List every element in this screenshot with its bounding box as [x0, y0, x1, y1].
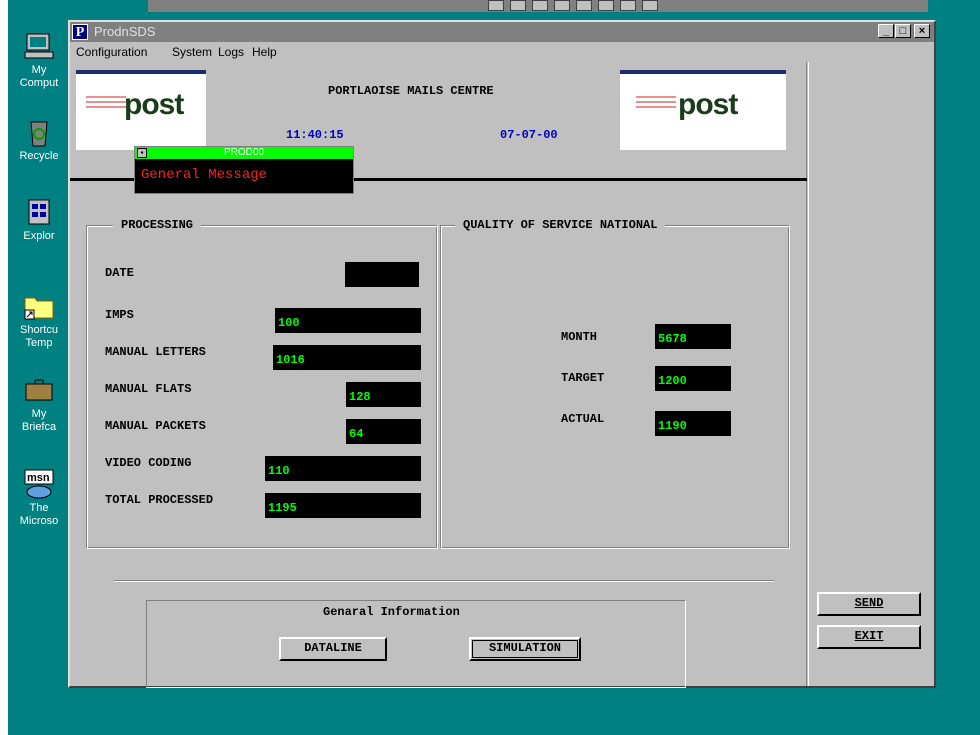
manual-letters-label: MANUAL LETTERS [105, 345, 206, 359]
toolbar-icon[interactable] [576, 0, 592, 11]
desktop-icon-label: My [31, 64, 47, 76]
post-logo-lines [636, 96, 676, 116]
desktop-icon-label: The [29, 502, 49, 514]
month-value: 5678 [655, 324, 731, 349]
desktop-icon-explorer[interactable]: Explor [8, 196, 70, 243]
window-title: ProdnSDS [94, 24, 156, 39]
manual-flats-label: MANUAL FLATS [105, 382, 192, 396]
quality-of-service-group: QUALITY OF SERVICE NATIONAL MONTH 5678 T… [440, 218, 790, 549]
send-button-label: SEND [854, 596, 884, 610]
toolbar-icon[interactable] [554, 0, 570, 11]
actions-panel: SEND EXIT [808, 62, 934, 686]
main-form: post PORTLAOISE MAILS CENTRE 11:40:15 07… [70, 62, 807, 688]
actual-label: ACTUAL [561, 412, 605, 426]
menu-configuration[interactable]: Configuration [76, 45, 147, 59]
svg-text:msn: msn [27, 472, 50, 484]
popup-message: General Message [141, 167, 268, 183]
manual-packets-label: MANUAL PACKETS [105, 419, 206, 433]
close-button[interactable]: × [914, 24, 930, 38]
actual-value: 1190 [655, 411, 731, 436]
desktop-icon-label: Shortcu [20, 324, 58, 336]
desktop-icon-my-computer[interactable]: My Comput [8, 30, 70, 90]
desktop-icon-my-briefcase[interactable]: My Briefca [8, 374, 70, 434]
exit-button-label: EXIT [854, 629, 884, 643]
toolbar-icon[interactable] [510, 0, 526, 11]
imps-value: 100 [275, 308, 421, 333]
briefcase-icon [23, 374, 55, 406]
menu-system[interactable]: System [172, 45, 212, 59]
month-label: MONTH [561, 330, 598, 344]
general-information-title: Genaral Information [323, 605, 460, 619]
dataline-button[interactable]: DATALINE [279, 637, 387, 661]
manual-flats-value: 128 [346, 382, 421, 407]
total-processed-value: 1195 [265, 493, 421, 518]
popup-system-menu-button[interactable]: ▪ [137, 148, 147, 158]
toolbar-icon[interactable] [532, 0, 548, 11]
manual-letters-value: 1016 [273, 345, 421, 370]
desktop-icon-label: Comput [19, 77, 59, 89]
popup-titlebar[interactable]: PROD00 [135, 147, 353, 159]
centre-name: PORTLAOISE MAILS CENTRE [328, 84, 494, 98]
prodnsds-window: P ProdnSDS _ □ × Configuration System Lo… [68, 20, 936, 688]
exit-button[interactable]: EXIT [817, 625, 921, 649]
post-logo-text: post [678, 88, 738, 121]
toolbar-icon[interactable] [642, 0, 658, 11]
total-processed-label: TOTAL PROCESSED [105, 493, 214, 507]
msn-icon: msn [23, 468, 55, 500]
desktop-icon-msn[interactable]: msn The Microso [8, 468, 70, 528]
desktop-icon-label: Explor [23, 230, 55, 242]
target-label: TARGET [561, 371, 605, 385]
toolbar-icon[interactable] [488, 0, 504, 11]
desktop-icon-recycle-bin[interactable]: Recycle [8, 116, 70, 163]
info-divider [114, 580, 774, 582]
general-message-popup[interactable]: PROD00 ▪ General Message [134, 146, 354, 194]
date-value [345, 262, 419, 287]
video-coding-value: 110 [265, 456, 421, 481]
minimize-button[interactable]: _ [878, 24, 894, 38]
video-coding-label: VIDEO CODING [105, 456, 192, 470]
toolbar-icon[interactable] [598, 0, 614, 11]
target-value: 1200 [655, 366, 731, 391]
processing-title: PROCESSING [113, 218, 202, 232]
general-information-group: Genaral Information DATALINE SIMULATION [146, 600, 686, 688]
window-titlebar[interactable]: P ProdnSDS _ □ × [70, 22, 934, 42]
menu-bar: Configuration System Logs Help [70, 42, 934, 62]
clock-time: 11:40:15 [286, 128, 344, 142]
folder-shortcut-icon [23, 290, 55, 322]
send-button[interactable]: SEND [817, 592, 921, 616]
manual-packets-value: 64 [346, 419, 421, 444]
post-logo-lines [86, 96, 126, 116]
toolbar-icon[interactable] [620, 0, 636, 11]
post-logo-text: post [124, 88, 184, 121]
imps-label: IMPS [105, 308, 134, 322]
desktop-icon-label: Microso [19, 515, 59, 527]
processing-group: PROCESSING DATE IMPS 100 MANUAL LETTERS … [86, 218, 438, 549]
recycle-bin-icon [23, 116, 55, 148]
desktop-icon-shortcut-temp[interactable]: Shortcu Temp [8, 290, 70, 350]
simulation-button[interactable]: SIMULATION [469, 637, 581, 661]
post-logo-right: post [620, 70, 786, 150]
toolbar-icons-strip [488, 0, 928, 12]
clock-date: 07-07-00 [500, 128, 558, 142]
desktop-icon-label: Recycle [19, 150, 59, 162]
post-logo-left: post [76, 70, 206, 150]
menu-help[interactable]: Help [252, 45, 277, 59]
app-icon[interactable]: P [72, 24, 88, 40]
computer-icon [23, 30, 55, 62]
desktop-icon-label: Briefca [21, 421, 57, 433]
maximize-button[interactable]: □ [895, 24, 911, 38]
explorer-icon [23, 196, 55, 228]
menu-logs[interactable]: Logs [218, 45, 244, 59]
date-label: DATE [105, 266, 134, 280]
desktop-icon-label: Temp [25, 337, 53, 349]
quality-title: QUALITY OF SERVICE NATIONAL [455, 218, 666, 232]
desktop-icon-label: My [31, 408, 47, 420]
